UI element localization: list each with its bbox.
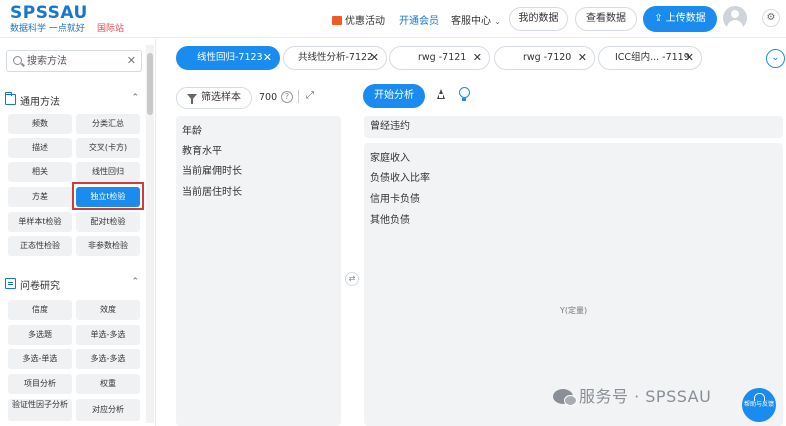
intl-site-link[interactable]: 国际站 bbox=[97, 21, 124, 34]
method-normality-test[interactable]: 正态性检验 bbox=[8, 236, 72, 256]
y-variable-item[interactable]: 信用卡负债 bbox=[370, 190, 420, 205]
tab-collinearity[interactable]: 共线性分析-7122 ✕ bbox=[283, 46, 387, 70]
method-crosstab-chisq[interactable]: 交叉(卡方) bbox=[76, 138, 140, 158]
method-search-box: ✕ bbox=[6, 50, 142, 72]
x-variable-field[interactable]: 曾经违约 bbox=[364, 116, 783, 138]
variable-item[interactable]: 当前居住时长 bbox=[182, 183, 242, 198]
tab-label: rwg -7121 bbox=[418, 52, 467, 63]
start-analysis-button[interactable]: 开始分析 bbox=[363, 84, 425, 108]
method-nonparametric-test[interactable]: 非参数检验 bbox=[76, 236, 140, 256]
help-feedback-button[interactable]: 帮助与反馈 bbox=[742, 388, 776, 422]
close-icon[interactable]: ✕ bbox=[473, 47, 482, 69]
method-one-sample-t-test[interactable]: 单样本t检验 bbox=[8, 212, 72, 232]
section-label: 通用方法 bbox=[20, 97, 60, 108]
chart-icon[interactable] bbox=[435, 89, 447, 101]
swap-icon[interactable]: ⇄ bbox=[345, 272, 359, 286]
method-multiple-choice[interactable]: 多选题 bbox=[8, 325, 72, 345]
sidebar-scrollbar[interactable] bbox=[146, 45, 154, 423]
section-general-methods[interactable]: 通用方法 ⌃ bbox=[0, 92, 144, 110]
method-anova[interactable]: 方差 bbox=[8, 187, 72, 207]
gift-icon bbox=[332, 16, 342, 25]
chevron-up-icon: ⌃ bbox=[131, 93, 139, 103]
folder-icon bbox=[5, 92, 16, 105]
logo-slogan: 数据科学 一点就好 bbox=[10, 24, 85, 34]
filter-sample-button[interactable]: 筛选样本 bbox=[176, 87, 252, 109]
survey-icon bbox=[5, 278, 16, 289]
help-icon[interactable]: ? bbox=[281, 91, 293, 103]
variable-item[interactable]: 教育水平 bbox=[182, 142, 222, 157]
upload-icon: ⇪ bbox=[654, 13, 663, 24]
bulb-icon[interactable] bbox=[458, 87, 470, 103]
method-validity[interactable]: 效度 bbox=[76, 300, 140, 320]
upload-label: 上传数据 bbox=[665, 13, 706, 24]
method-group-summary[interactable]: 分类汇总 bbox=[76, 114, 140, 134]
method-multi-multi[interactable]: 多选-多选 bbox=[76, 349, 140, 369]
logo-title[interactable]: SPSSAU bbox=[10, 3, 88, 23]
chevron-up-icon: ⌃ bbox=[131, 277, 139, 287]
tab-label: rwg -7120 bbox=[523, 52, 572, 63]
user-avatar[interactable] bbox=[723, 6, 747, 30]
tab-label: ICC组内... -7119 bbox=[615, 52, 690, 63]
toolbar-divider bbox=[298, 90, 299, 103]
upload-data-button[interactable]: ⇪ 上传数据 bbox=[643, 6, 717, 32]
method-item-analysis[interactable]: 项目分析 bbox=[8, 374, 72, 394]
scrollbar-thumb[interactable] bbox=[147, 53, 153, 115]
nav-promo-label: 优惠活动 bbox=[345, 16, 385, 27]
wechat-icon bbox=[553, 389, 577, 406]
method-search-input[interactable] bbox=[27, 54, 122, 68]
section-label: 问卷研究 bbox=[20, 281, 60, 292]
top-header: SPSSAU 数据科学 一点就好 国际站 优惠活动 开通会员 客服中心 ⌄ 我的… bbox=[0, 0, 786, 38]
nav-service-menu[interactable]: 客服中心 ⌄ bbox=[451, 12, 501, 27]
my-data-button[interactable]: 我的数据 bbox=[509, 7, 568, 31]
method-linear-regression[interactable]: 线性回归 bbox=[76, 162, 140, 182]
chevron-down-icon[interactable]: ⌄ bbox=[766, 49, 785, 68]
filter-label: 筛选样本 bbox=[201, 92, 241, 103]
tab-label: 线性回归-7123 bbox=[197, 52, 263, 63]
y-field-caption: Y(定量) bbox=[560, 306, 588, 315]
method-descriptive[interactable]: 描述 bbox=[8, 138, 72, 158]
method-multi-single[interactable]: 多选-单选 bbox=[8, 349, 72, 369]
nav-service-label: 客服中心 bbox=[451, 16, 491, 27]
close-icon[interactable]: ✕ bbox=[578, 47, 587, 69]
method-single-multi[interactable]: 单选-多选 bbox=[76, 325, 140, 345]
fullscreen-icon[interactable]: ⤢ bbox=[306, 91, 316, 101]
watermark-text: 服务号 · SPSSAU bbox=[579, 387, 712, 406]
y-variable-item[interactable]: 负债收入比率 bbox=[370, 169, 430, 184]
tab-rwg-7121[interactable]: rwg -7121 ✕ bbox=[389, 46, 490, 70]
tab-icc[interactable]: ICC组内... -7119 ✕ bbox=[598, 46, 702, 70]
chevron-down-icon: ⌄ bbox=[494, 17, 501, 26]
close-icon[interactable]: ✕ bbox=[263, 47, 272, 69]
view-data-button[interactable]: 查看数据 bbox=[575, 7, 637, 31]
y-variable-item[interactable]: 家庭收入 bbox=[370, 149, 410, 164]
tab-label: 共线性分析-7122 bbox=[298, 52, 374, 63]
close-icon[interactable]: ✕ bbox=[685, 47, 694, 69]
close-icon[interactable]: ✕ bbox=[370, 47, 379, 69]
tab-linear-regression[interactable]: 线性回归-7123 ✕ bbox=[176, 46, 280, 70]
search-icon bbox=[13, 56, 22, 65]
method-correlation[interactable]: 相关 bbox=[8, 162, 72, 182]
method-sidebar: ✕ 通用方法 ⌃ 频数 分类汇总 描述 交叉(卡方) 相关 线性回归 方差 独立… bbox=[0, 39, 156, 426]
sample-count: 700 bbox=[259, 92, 278, 103]
clear-icon[interactable]: ✕ bbox=[127, 54, 136, 67]
method-reliability[interactable]: 信度 bbox=[8, 300, 72, 320]
filter-icon bbox=[187, 94, 197, 104]
method-correspondence[interactable]: 对应分析 bbox=[76, 399, 140, 421]
variable-item[interactable]: 当前雇佣时长 bbox=[182, 162, 242, 177]
method-paired-t-test[interactable]: 配对t检验 bbox=[76, 212, 140, 232]
y-variable-item[interactable]: 其他负债 bbox=[370, 211, 410, 226]
section-questionnaire[interactable]: 问卷研究 ⌃ bbox=[0, 276, 144, 294]
watermark: 服务号 · SPSSAU bbox=[553, 383, 711, 407]
variable-list: 年龄 教育水平 当前雇佣时长 当前居住时长 bbox=[176, 116, 341, 426]
method-cfa[interactable]: 验证性因子分析 bbox=[8, 399, 72, 421]
gear-icon[interactable]: ⚙ bbox=[762, 9, 780, 27]
method-weight[interactable]: 权重 bbox=[76, 374, 140, 394]
selection-highlight bbox=[72, 182, 144, 210]
nav-promo-link[interactable]: 优惠活动 bbox=[332, 12, 385, 27]
tab-rwg-7120[interactable]: rwg -7120 ✕ bbox=[494, 46, 595, 70]
method-frequency[interactable]: 频数 bbox=[8, 114, 72, 134]
nav-vip-link[interactable]: 开通会员 bbox=[399, 12, 439, 27]
variable-item[interactable]: 年龄 bbox=[182, 122, 202, 137]
